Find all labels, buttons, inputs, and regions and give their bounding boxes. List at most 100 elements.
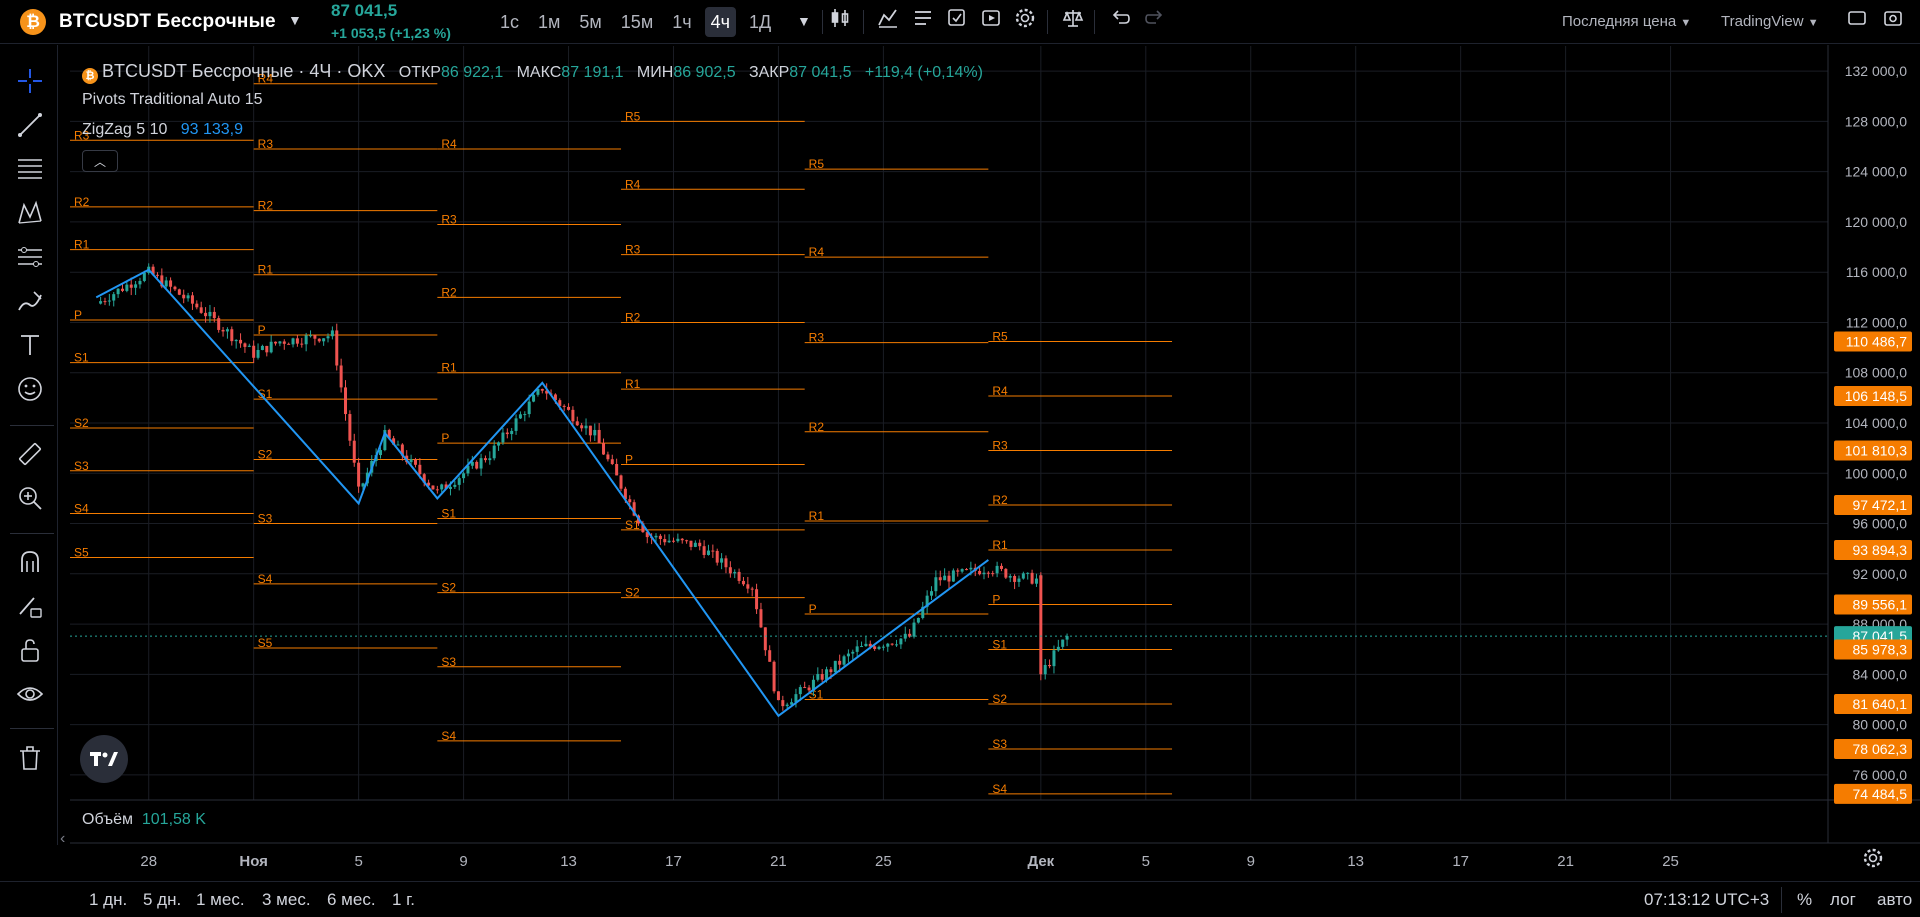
price-tick: 76 000,0: [1853, 767, 1908, 783]
candle-body: [505, 432, 509, 435]
tradingview-logo[interactable]: [80, 735, 128, 783]
timeframe-1[interactable]: 1м: [532, 7, 566, 37]
chart-settings-icon[interactable]: [1862, 847, 1884, 874]
candle-body: [881, 646, 885, 648]
indicator-legend-zigzag[interactable]: ZigZag 5 10 93 133,9: [82, 121, 243, 139]
candle-body: [873, 646, 877, 649]
range-4[interactable]: 6 мес.: [327, 890, 376, 910]
timeframe-4[interactable]: 1ч: [666, 7, 697, 37]
range-0[interactable]: 1 дн.: [89, 890, 127, 910]
fullscreen-icon[interactable]: [1843, 7, 1871, 37]
candle-body: [116, 288, 120, 295]
divider: [863, 10, 864, 34]
candle-body: [938, 577, 942, 581]
timeframe-more-icon[interactable]: ▼: [797, 13, 811, 29]
candle-body: [728, 567, 732, 574]
pivot-label-s4: S4: [441, 729, 456, 743]
candle-body: [724, 558, 728, 568]
timeframe-3[interactable]: 15м: [615, 7, 659, 37]
pivot-label-p: P: [74, 308, 82, 322]
emoji-icon[interactable]: [14, 373, 46, 405]
magnet-icon[interactable]: [14, 546, 46, 578]
unlock-icon[interactable]: [14, 634, 46, 666]
pivot-label-r2: R2: [809, 420, 825, 434]
auto-toggle[interactable]: авто: [1877, 890, 1912, 910]
candle-body: [540, 388, 544, 391]
candle-body: [462, 473, 466, 479]
ruler-icon[interactable]: [14, 438, 46, 470]
clock[interactable]: 07:13:12 UTC+3: [1644, 890, 1769, 910]
lock-drawing-icon[interactable]: [14, 590, 46, 622]
candle-body: [269, 341, 273, 353]
candle-body: [99, 301, 103, 304]
candle-body: [129, 284, 133, 288]
symbol-name[interactable]: BTCUSDT Бессрочные: [59, 11, 276, 33]
alert-icon[interactable]: [943, 7, 971, 37]
time-tick: 9: [459, 853, 467, 870]
candle-body: [628, 499, 632, 503]
zoom-in-icon[interactable]: [14, 482, 46, 514]
price-tick: 84 000,0: [1853, 666, 1908, 682]
crosshair-icon[interactable]: [14, 65, 46, 97]
collapse-legend-button[interactable]: ︿: [82, 150, 118, 172]
range-2[interactable]: 1 мес.: [196, 890, 245, 910]
pivot-label-p: P: [992, 593, 1000, 607]
candle-body: [523, 414, 527, 416]
candle-body: [155, 274, 159, 276]
screenshot-icon[interactable]: [1879, 7, 1907, 37]
trash-icon[interactable]: [14, 742, 46, 774]
volume-legend[interactable]: Объём 101,58 K: [82, 811, 206, 829]
candles-chart-type-icon[interactable]: [827, 7, 855, 37]
badge-text: 101 810,3: [1845, 443, 1907, 459]
indicator-legend-pivots[interactable]: Pivots Traditional Auto 15: [82, 91, 263, 109]
price-source-dropdown[interactable]: Последняя цена ▼: [1562, 13, 1691, 30]
pattern-icon[interactable]: [14, 197, 46, 229]
eye-icon[interactable]: [14, 678, 46, 710]
trendline-icon[interactable]: [14, 109, 46, 141]
brush-icon[interactable]: [14, 285, 46, 317]
divider: [10, 533, 54, 534]
timeframe-2[interactable]: 5м: [573, 7, 607, 37]
range-3[interactable]: 3 мес.: [262, 890, 311, 910]
collapse-toolbar-icon[interactable]: ‹: [60, 830, 65, 848]
candle-body: [610, 459, 614, 465]
pivot-label-p: P: [625, 452, 633, 466]
candle-body: [1004, 568, 1008, 578]
templates-icon[interactable]: [909, 7, 937, 37]
candle-body: [239, 339, 243, 344]
chevron-down-icon[interactable]: ▼: [288, 12, 302, 28]
redo-icon[interactable]: [1141, 7, 1169, 37]
pivot-label-r3: R3: [992, 439, 1008, 453]
percent-toggle[interactable]: %: [1797, 890, 1812, 910]
timeframe-6[interactable]: 1Д: [743, 7, 777, 37]
price-chart[interactable]: R3 R2 R1 P S1 S2 S3 S4 S5 R4 R3 R2 R1 P S1 S2 S3 S4 S5 R4 R3…: [0, 0, 1920, 917]
pivot-label-s3: S3: [74, 459, 89, 473]
candle-body: [339, 365, 343, 388]
broker-dropdown[interactable]: TradingView ▼: [1721, 13, 1819, 30]
undo-icon[interactable]: [1106, 7, 1134, 37]
timeframe-0[interactable]: 1с: [494, 7, 525, 37]
text-icon[interactable]: [14, 329, 46, 361]
forecast-icon[interactable]: [14, 241, 46, 273]
candle-body: [309, 335, 313, 337]
candle-body: [435, 489, 439, 491]
candle-body: [895, 644, 899, 646]
zigzag-label: ZigZag 5 10: [82, 121, 168, 138]
divider: [1047, 10, 1048, 34]
replay-icon[interactable]: [977, 7, 1005, 37]
indicators-icon[interactable]: [874, 7, 902, 37]
timeframe-5[interactable]: 4ч: [704, 7, 736, 37]
candle-body: [1013, 576, 1017, 582]
pivot-label-r5: R5: [809, 157, 825, 171]
range-5[interactable]: 1 г.: [392, 890, 415, 910]
log-toggle[interactable]: лог: [1830, 890, 1856, 910]
symbol-legend: ₿ BTCUSDT Бессрочные · 4Ч · OKX ОТКР86 92…: [82, 61, 983, 84]
candle-body: [685, 540, 689, 542]
time-tick: Дек: [1027, 853, 1054, 870]
gear-icon[interactable]: [1011, 7, 1039, 37]
scales-compare-icon[interactable]: [1059, 7, 1087, 37]
fib-retracement-icon[interactable]: [14, 153, 46, 185]
range-1[interactable]: 5 дн.: [143, 890, 181, 910]
last-price: 87 041,5: [331, 1, 398, 20]
candle-body: [864, 643, 868, 647]
